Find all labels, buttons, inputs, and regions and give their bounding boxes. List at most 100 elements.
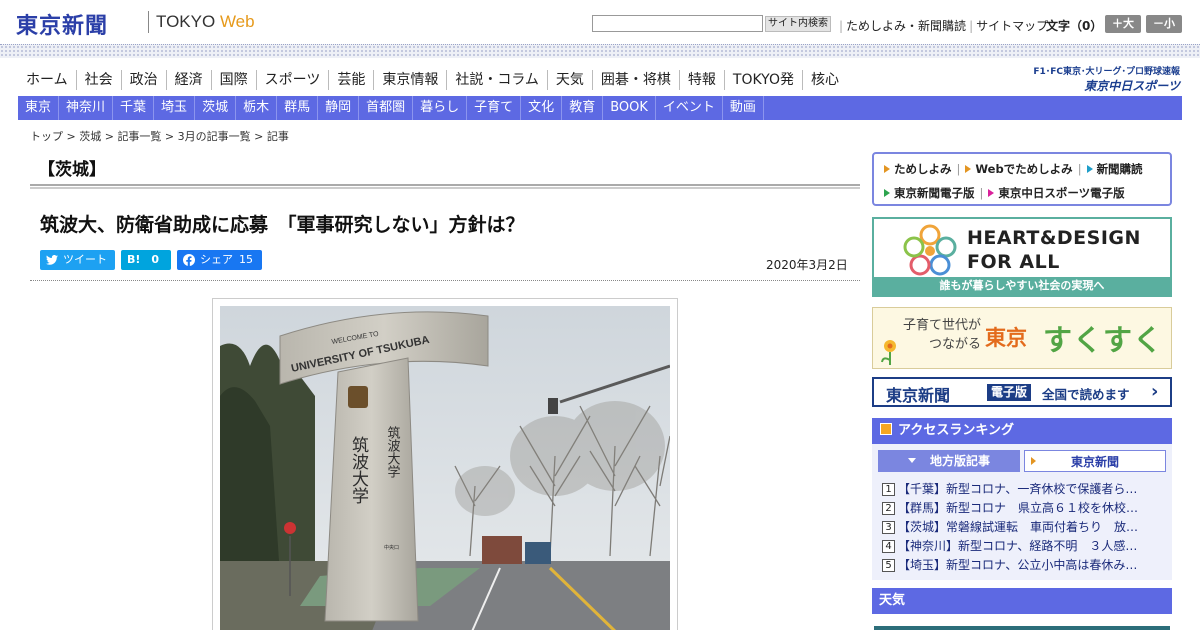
site-search-button[interactable]: サイト内検索 — [765, 16, 831, 32]
nav-special-report[interactable]: 特報 — [680, 70, 725, 90]
digital-edition-text: 全国で読めます — [1042, 387, 1130, 402]
flower-icon — [881, 340, 896, 365]
triangle-icon — [1086, 165, 1093, 173]
nav-politics[interactable]: 政治 — [122, 70, 167, 90]
ranking-item[interactable]: 5 【埼玉】新型コロナ、公立小中高は春休み… — [882, 556, 1166, 575]
heart-design-line1: HEART&DESIGN — [967, 227, 1141, 249]
breadcrumb-ibaraki[interactable]: 茨城 — [79, 130, 101, 143]
breadcrumb-current: 記事 — [266, 130, 289, 143]
region-tokyo[interactable]: 東京 — [18, 96, 60, 120]
sukusuku-title: すくすく — [1043, 323, 1164, 357]
ranking-item[interactable]: 1 【千葉】新型コロナ、一斉休校で保護者ら… — [882, 480, 1166, 499]
triangle-icon — [884, 165, 890, 173]
heart-design-banner[interactable]: HEART&DESIGN FOR ALL 誰もが暮らしやすい社会の実現へ — [872, 217, 1172, 297]
chunichi-tagline: F1･FC東京･大リーグ･プロ野球速報 — [1033, 67, 1180, 77]
digital-edition-logo: 東京新聞 — [886, 386, 951, 405]
breadcrumb: トップ > 茨城 > 記事一覧 > 3月の記事一覧 > 記事 — [30, 130, 289, 143]
tokyo-shimbun-digital-link[interactable]: 東京新聞電子版 — [884, 186, 975, 200]
nav-society[interactable]: 社会 — [77, 70, 122, 90]
search-input[interactable] — [592, 15, 763, 32]
nav-entertainment[interactable]: 芸能 — [329, 70, 375, 90]
region-kosodate[interactable]: 子育て — [467, 96, 522, 120]
nav-tokyo-hatsu[interactable]: TOKYO発 — [725, 70, 803, 90]
font-larger-button[interactable]: ＋大 — [1105, 15, 1141, 33]
subscription-links-row1: ためしよみ | Webでためしよみ | 新聞購読 — [884, 161, 1143, 177]
digital-edition-tag: 電子版 — [987, 384, 1032, 401]
nav-kakushin[interactable]: 核心 — [803, 70, 847, 90]
breadcrumb-article-list[interactable]: 記事一覧 — [117, 130, 161, 143]
facebook-share-button[interactable]: シェア 15 — [177, 250, 262, 270]
tab-local-articles[interactable]: 地方版記事 — [878, 450, 1020, 472]
nav-sports[interactable]: スポーツ — [257, 70, 330, 90]
site-logo[interactable]: 東京新聞 — [16, 8, 108, 40]
tweet-button[interactable]: ツイート — [40, 250, 115, 270]
rank-number: 5 — [882, 559, 895, 572]
hatena-count: 0 — [151, 253, 160, 266]
region-shutoken[interactable]: 首都圏 — [359, 96, 414, 120]
region-saitama[interactable]: 埼玉 — [154, 96, 196, 120]
ranking-item[interactable]: 4 【神奈川】新型コロナ、経路不明 ３人感… — [882, 537, 1166, 556]
main-nav: ホーム 社会 政治 経済 国際 スポーツ 芸能 東京情報 社説・コラム 天気 囲… — [18, 70, 847, 90]
region-shizuoka[interactable]: 静岡 — [318, 96, 360, 120]
region-event[interactable]: イベント — [656, 96, 723, 120]
rank-number: 3 — [882, 521, 895, 534]
chunichi-sports-digital-link[interactable]: 東京中日スポーツ電子版 — [988, 186, 1125, 200]
heart-design-tagline: 誰もが暮らしやすい社会の実現へ — [874, 277, 1170, 295]
region-kanagawa[interactable]: 神奈川 — [59, 96, 114, 120]
access-ranking-title: アクセスランキング — [898, 423, 1014, 438]
nav-tokyo-info[interactable]: 東京情報 — [374, 70, 448, 90]
subscription-links-box: ためしよみ | Webでためしよみ | 新聞購読 東京新聞電子版 | 東京中日スポーツ電子版 — [872, 152, 1172, 206]
breadcrumb-march-list[interactable]: 3月の記事一覧 — [178, 130, 251, 143]
rank-number: 1 — [882, 483, 895, 496]
nav-editorial[interactable]: 社説・コラム — [447, 70, 548, 90]
region-ibaraki[interactable]: 茨城 — [195, 96, 237, 120]
region-education[interactable]: 教育 — [562, 96, 604, 120]
article-headline: 筑波大、防衛省助成に応募 「軍事研究しない」方針は？ — [40, 214, 525, 236]
facebook-share-count: 15 — [239, 253, 253, 266]
trial-read-link[interactable]: ためしよみ — [884, 162, 952, 176]
access-ranking-header: アクセスランキング — [872, 418, 1172, 444]
tab-tokyo-shimbun[interactable]: 東京新聞 — [1024, 450, 1166, 472]
nav-go-shogi[interactable]: 囲碁・将棋 — [593, 70, 680, 90]
sukusuku-tokyo: 東京 — [985, 325, 1027, 350]
nav-international[interactable]: 国際 — [212, 70, 257, 90]
web-trial-read-link[interactable]: Webでためしよみ — [965, 162, 1073, 176]
header-divider-band — [0, 44, 1200, 58]
digital-edition-banner[interactable]: 東京新聞 電子版 全国で読めます › — [872, 377, 1172, 407]
region-tochigi[interactable]: 栃木 — [236, 96, 278, 120]
weather-header: 天気 — [872, 588, 1172, 614]
gate-pillar-left-text: 筑波大学 — [348, 436, 369, 504]
newspaper-subscribe-link[interactable]: 新聞購読 — [1086, 162, 1143, 176]
ranking-item[interactable]: 3 【茨城】常磐線試運転 車両付着ちり 放… — [882, 518, 1166, 537]
weather-preview — [874, 626, 1170, 630]
tokyo-web-logo-text: TOKYO — [156, 12, 216, 31]
nav-weather[interactable]: 天気 — [548, 70, 593, 90]
ranking-item[interactable]: 2 【群馬】新型コロナ 県立高６１校を休校… — [882, 499, 1166, 518]
ranking-icon — [880, 423, 892, 435]
chunichi-sports-banner[interactable]: F1･FC東京･大リーグ･プロ野球速報 東京中日スポーツ — [1020, 64, 1180, 94]
rank-number: 4 — [882, 540, 895, 553]
region-gunma[interactable]: 群馬 — [277, 96, 319, 120]
region-chiba[interactable]: 千葉 — [113, 96, 155, 120]
region-kurashi[interactable]: 暮らし — [413, 96, 468, 120]
tokyo-sukusuku-banner[interactable]: 子育て世代が つながる 東京 すくすく — [872, 307, 1172, 369]
font-smaller-button[interactable]: －小 — [1146, 15, 1182, 33]
article-photo[interactable]: WELCOME TO UNIVERSITY OF TSUKUBA 筑波大学 筑波… — [220, 306, 670, 630]
access-ranking-body: 地方版記事 東京新聞 1 【千葉】新型コロナ、一斉休校で保護者ら… 2 【群馬】新型… — [872, 444, 1172, 580]
nav-economy[interactable]: 経済 — [167, 70, 212, 90]
sitemap-link[interactable]: サイトマップ — [976, 19, 1048, 33]
hatena-bookmark-button[interactable]: B! 0 — [121, 250, 171, 270]
nav-home[interactable]: ホーム — [18, 70, 77, 90]
breadcrumb-top[interactable]: トップ — [30, 130, 63, 143]
region-nav: 東京 神奈川 千葉 埼玉 茨城 栃木 群馬 静岡 首都圏 暮らし 子育て 文化 … — [18, 96, 1182, 120]
trial-subscribe-link[interactable]: ためしよみ・新聞購読 — [846, 19, 966, 33]
region-book[interactable]: BOOK — [603, 96, 656, 120]
chevron-right-icon: › — [1151, 381, 1159, 402]
date-divider — [30, 280, 860, 281]
tokyo-web-logo[interactable]: TOKYO Web — [156, 12, 255, 32]
region-culture[interactable]: 文化 — [521, 96, 563, 120]
logo-divider — [148, 11, 149, 33]
article-date: 2020年3月2日 — [766, 258, 848, 272]
region-video[interactable]: 動画 — [723, 96, 764, 120]
caret-right-icon — [1031, 457, 1036, 465]
